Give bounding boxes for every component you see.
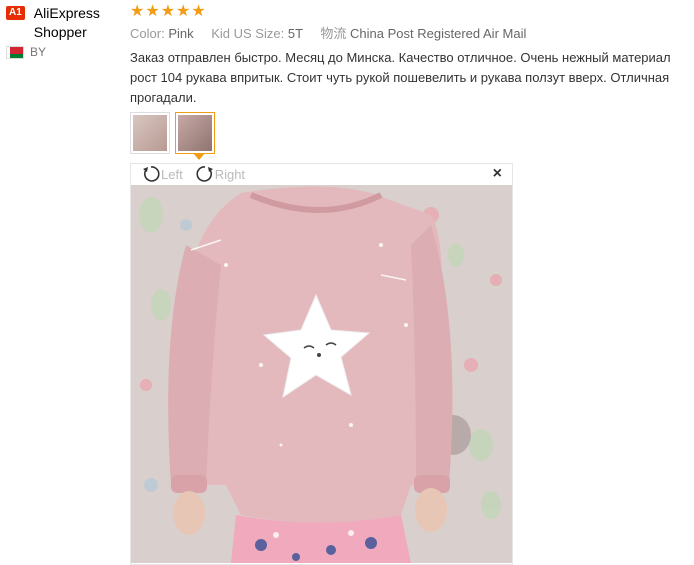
- review-text-line: рост 104 рукава впритык. Стоит чуть руко…: [130, 70, 670, 85]
- rotate-right-label: Right: [214, 166, 246, 182]
- rotate-left-label: Left: [161, 166, 183, 182]
- close-viewer-button[interactable]: ×: [493, 165, 502, 183]
- reviewer-name-line: A1 AliExpress Shopper: [6, 4, 124, 42]
- review-text-line: прогадали.: [130, 90, 197, 105]
- attr-color: Color: Pink: [130, 26, 197, 41]
- attr-size-key: Kid US Size:: [211, 26, 285, 41]
- attr-shipping-key: 物流: [320, 26, 347, 41]
- thumbnail-1[interactable]: [130, 112, 170, 154]
- review-thumbnails: [130, 112, 220, 154]
- order-attributes: Color: Pink Kid US Size: 5T 物流 China Pos…: [130, 25, 694, 43]
- review-photo-image: [131, 185, 512, 563]
- review-photo: [131, 185, 512, 563]
- reviewer-info: A1 AliExpress Shopper BY: [6, 4, 124, 59]
- rotate-right-icon: [196, 166, 213, 182]
- image-viewer: Left Right ×: [130, 163, 513, 565]
- star-rating: ★★★★★: [130, 3, 207, 20]
- reviewer-country: BY: [6, 45, 124, 59]
- review-content: ★★★★★ Color: Pink Kid US Size: 5T 物流 Chi…: [130, 0, 694, 108]
- country-code: BY: [30, 45, 47, 59]
- attr-size-value: 5T: [287, 26, 303, 41]
- review-text: Заказ отправлен быстро. Месяц до Минска.…: [130, 48, 694, 108]
- attr-shipping: 物流 China Post Registered Air Mail: [320, 26, 526, 41]
- thumbnail-2-selected[interactable]: [175, 112, 215, 154]
- attr-color-value: Pink: [168, 26, 194, 41]
- reviewer-name: AliExpress Shopper: [33, 5, 100, 40]
- attr-shipping-value: China Post Registered Air Mail: [350, 26, 527, 41]
- attr-size: Kid US Size: 5T: [211, 26, 306, 41]
- rotate-left-icon: [143, 166, 160, 182]
- level-badge: A1: [6, 6, 25, 20]
- viewer-toolbar: Left Right ×: [131, 164, 512, 184]
- review-text-line: Заказ отправлен быстро. Месяц до Минска.…: [130, 50, 671, 65]
- belarus-flag-icon: [6, 45, 24, 59]
- rotate-left-button[interactable]: Left: [141, 164, 183, 184]
- attr-color-key: Color:: [130, 26, 165, 41]
- rotate-right-button[interactable]: Right: [195, 164, 245, 184]
- selected-thumb-caret: [193, 153, 205, 160]
